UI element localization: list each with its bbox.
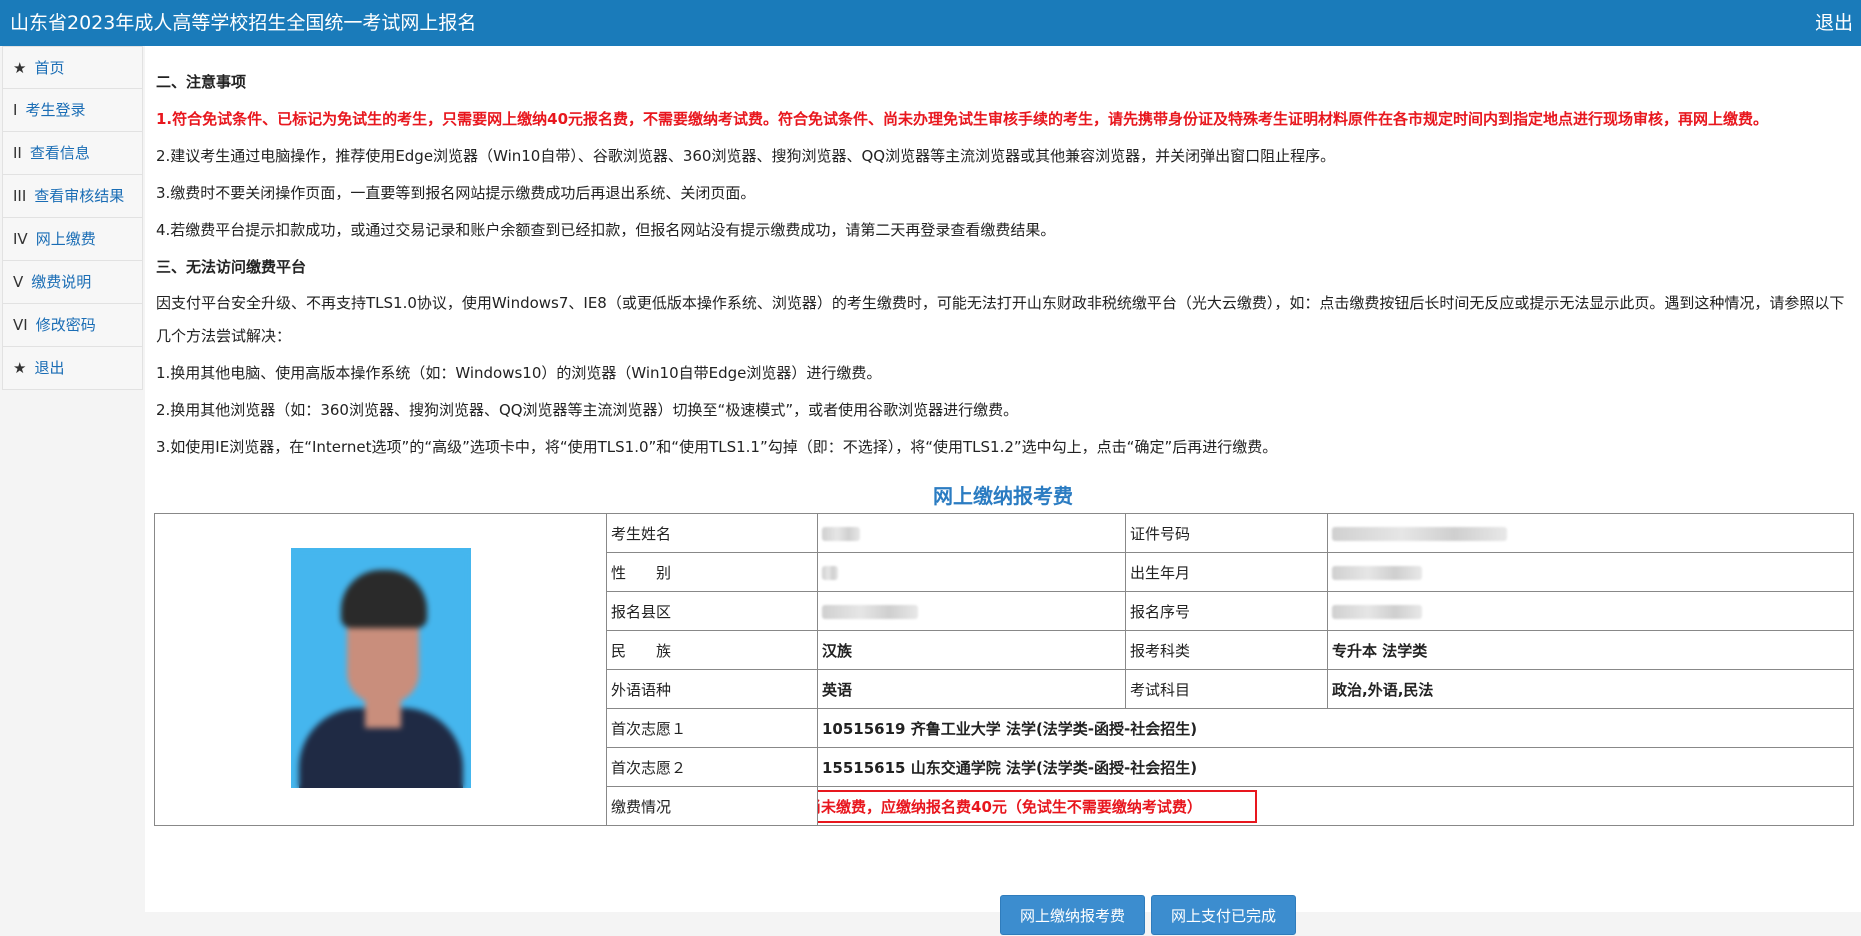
value-language: 英语: [817, 669, 1126, 709]
label-choice-2: 首次志愿２: [606, 747, 818, 787]
main-content: 二、注意事项 1.符合免试条件、已标记为免试生的考生，只需要网上缴纳40元报名费…: [145, 46, 1861, 935]
note-exempt-students: 1.符合免试条件、已标记为免试生的考生，只需要网上缴纳40元报名费，不需要缴纳考…: [156, 110, 1769, 128]
payment-completed-button[interactable]: 网上支付已完成: [1151, 895, 1296, 935]
candidate-photo: [290, 547, 471, 788]
logout-link[interactable]: 退出: [1815, 10, 1853, 36]
platform-access-intro: 因支付平台安全升级、不再支持TLS1.0协议，使用Windows7、IE8（或更…: [156, 294, 1845, 345]
star-icon: ★: [13, 359, 27, 377]
sidebar-item-label[interactable]: 考生登录: [25, 101, 85, 119]
method-1: 1.换用其他电脑、使用高版本操作系统（如：Windows10）的浏览器（Win1…: [156, 364, 882, 382]
redacted-block: [822, 604, 918, 619]
notes-section: 二、注意事项 1.符合免试条件、已标记为免试生的考生，只需要网上缴纳40元报名费…: [156, 64, 1856, 466]
pay-online-button[interactable]: 网上缴纳报考费: [1000, 895, 1145, 935]
redacted-block: [1332, 526, 1507, 541]
note-browser-advice: 2.建议考生通过电脑操作，推荐使用Edge浏览器（Win10自带）、谷歌浏览器、…: [156, 147, 1336, 165]
sidebar-item-label[interactable]: 修改密码: [36, 316, 96, 334]
section-heading-notes: 二、注意事项: [156, 73, 247, 91]
photo-pixelation: [290, 547, 471, 788]
sidebar-item-number: II: [13, 144, 22, 162]
sidebar-item-number: V: [13, 273, 24, 291]
note-dont-close-page: 3.缴费时不要关闭操作页面，一直要等到报名网站提示缴费成功后再退出系统、关闭页面…: [156, 184, 756, 202]
label-name: 考生姓名: [606, 513, 818, 553]
label-subject-type: 报考科类: [1125, 630, 1328, 670]
star-icon: ★: [13, 59, 27, 77]
value-choice-1: 10515619 齐鲁工业大学 法学(法学类-函授-社会招生): [817, 708, 1854, 748]
label-id-number: 证件号码: [1125, 513, 1328, 553]
sidebar-item-payment-instructions[interactable]: V 缴费说明: [2, 261, 143, 304]
redacted-block: [1332, 565, 1422, 580]
label-birth: 出生年月: [1125, 552, 1328, 592]
value-exam-subjects: 政治,外语,民法: [1327, 669, 1854, 709]
value-ethnicity: 汉族: [817, 630, 1126, 670]
value-county-redacted: [817, 591, 1126, 631]
photo-cell: [154, 513, 607, 826]
sidebar-item-label[interactable]: 首页: [34, 59, 64, 77]
redacted-block: [822, 565, 838, 580]
label-serial: 报名序号: [1125, 591, 1328, 631]
value-birth-redacted: [1327, 552, 1854, 592]
table-row: 考生姓名 证件号码: [154, 513, 1854, 826]
value-pay-status-cell: 尚未缴费，应缴纳报名费40元（免试生不需要缴纳考试费）: [817, 786, 1854, 826]
value-gender-redacted: [817, 552, 1126, 592]
label-gender: 性 别: [606, 552, 818, 592]
sidebar-item-logout[interactable]: ★ 退出: [2, 347, 143, 390]
sidebar-item-review-result[interactable]: III 查看审核结果: [2, 175, 143, 218]
redacted-block: [822, 526, 860, 541]
sidebar-item-number: VI: [13, 316, 28, 334]
label-choice-1: 首次志愿１: [606, 708, 818, 748]
candidate-info-table: 考生姓名 证件号码 性 别 出生年月 报名县区 报名序号 民 族 汉族 报考科类…: [154, 513, 1854, 826]
sidebar-item-home[interactable]: ★ 首页: [2, 46, 143, 89]
label-county: 报名县区: [606, 591, 818, 631]
page-title: 山东省2023年成人高等学校招生全国统一考试网上报名: [10, 12, 477, 34]
sidebar-item-number: III: [13, 187, 27, 205]
label-ethnicity: 民 族: [606, 630, 818, 670]
sidebar-item-number: IV: [13, 230, 28, 248]
sidebar: ★ 首页 I 考生登录 II 查看信息 III 查看审核结果 IV 网上缴费 V 缴费说明 …: [0, 46, 146, 912]
sidebar-item-label[interactable]: 查看审核结果: [34, 187, 124, 205]
pay-status-text: 尚未缴费，应缴纳报名费40元（免试生不需要缴纳考试费）: [818, 789, 1257, 823]
sidebar-item-login[interactable]: I 考生登录: [2, 89, 143, 132]
sidebar-item-view-info[interactable]: II 查看信息: [2, 132, 143, 175]
sidebar-item-label[interactable]: 查看信息: [30, 144, 90, 162]
redacted-block: [1332, 604, 1422, 619]
value-serial-redacted: [1327, 591, 1854, 631]
method-3: 3.如使用IE浏览器，在“Internet选项”的“高级”选项卡中，将“使用TL…: [156, 438, 1278, 456]
method-2: 2.换用其他浏览器（如：360浏览器、搜狗浏览器、QQ浏览器等主流浏览器）切换至…: [156, 401, 1019, 419]
label-exam-subjects: 考试科目: [1125, 669, 1328, 709]
value-id-number-redacted: [1327, 513, 1854, 553]
payment-title: 网上缴纳报考费: [933, 484, 1073, 508]
sidebar-item-online-payment[interactable]: IV 网上缴费: [2, 218, 143, 261]
label-pay-status: 缴费情况: [606, 786, 818, 826]
value-name-redacted: [817, 513, 1126, 553]
sidebar-item-number: I: [13, 101, 18, 119]
label-language: 外语语种: [606, 669, 818, 709]
section-heading-platform-access: 三、无法访问缴费平台: [156, 258, 307, 276]
sidebar-item-change-password[interactable]: VI 修改密码: [2, 304, 143, 347]
sidebar-item-label[interactable]: 网上缴费: [36, 230, 96, 248]
sidebar-item-label[interactable]: 退出: [34, 359, 64, 377]
value-choice-2: 15515615 山东交通学院 法学(法学类-函授-社会招生): [817, 747, 1854, 787]
top-bar: 山东省2023年成人高等学校招生全国统一考试网上报名 退出: [0, 0, 1861, 46]
note-deducted-not-confirmed: 4.若缴费平台提示扣款成功，或通过交易记录和账户余额查到已经扣款，但报名网站没有…: [156, 221, 1056, 239]
value-subject-type: 专升本 法学类: [1327, 630, 1854, 670]
sidebar-item-label[interactable]: 缴费说明: [31, 273, 91, 291]
